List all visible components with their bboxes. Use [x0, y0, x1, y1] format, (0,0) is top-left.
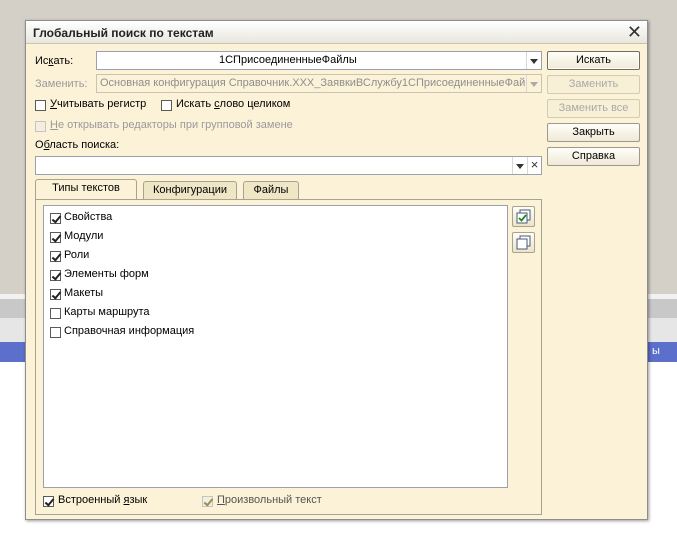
check-all-icon: [516, 209, 531, 224]
search-area-dropdown-icon[interactable]: [512, 157, 527, 174]
search-label: Искать:: [35, 55, 73, 67]
global-search-dialog: Глобальный поиск по текстам ✕ Искать: 1С…: [25, 20, 648, 520]
search-input[interactable]: 1СПрисоединенныеФайлы: [96, 51, 542, 70]
list-item-label: Модули: [64, 230, 104, 242]
builtin-post: зык: [129, 494, 148, 506]
free-text-checkbox[interactable]: [202, 496, 213, 507]
whole-word-post: лово целиком: [219, 98, 291, 110]
list-item-label: Роли: [64, 249, 90, 261]
text-types-panel: Свойства Модули Роли Элементы форм Макеты Кар…: [35, 199, 542, 515]
replace-button[interactable]: Заменить: [547, 75, 640, 94]
match-case-accel: У: [50, 98, 57, 110]
search-area-post: ласть поиска:: [49, 139, 120, 151]
search-input-value: 1СПрисоединенныеФайлы: [219, 54, 357, 66]
tab-files[interactable]: Файлы: [243, 181, 299, 199]
uncheck-all-icon: [516, 235, 531, 250]
text-types-list[interactable]: Свойства Модули Роли Элементы форм Макеты Кар…: [43, 205, 508, 488]
list-item-checkbox[interactable]: [50, 213, 61, 224]
whole-word-pre: Искать: [176, 98, 215, 110]
list-item-checkbox[interactable]: [50, 251, 61, 262]
search-label-pre: Ис: [35, 55, 49, 67]
list-item-checkbox[interactable]: [50, 327, 61, 338]
no-open-editors-accel: Н: [50, 119, 58, 131]
dialog-title: Глобальный поиск по текстам: [33, 26, 214, 40]
list-item-checkbox[interactable]: [50, 308, 61, 319]
help-button[interactable]: Справка: [547, 147, 640, 166]
match-case-label[interactable]: Учитывать регистр: [50, 98, 146, 110]
list-item-label: Элементы форм: [64, 268, 149, 280]
replace-label: Заменить:: [35, 78, 88, 90]
search-label-post: ать:: [53, 55, 74, 67]
background-status-text: ы: [652, 345, 660, 357]
list-item-checkbox[interactable]: [50, 232, 61, 243]
no-open-editors-label[interactable]: Не открывать редакторы при групповой зам…: [50, 119, 293, 131]
uncheck-all-button[interactable]: [512, 232, 535, 253]
builtin-language-checkbox[interactable]: [43, 496, 54, 507]
free-post: роизвольный текст: [224, 494, 322, 506]
tab-text-types[interactable]: Типы текстов: [35, 179, 137, 199]
tab-configurations[interactable]: Конфигурации: [143, 181, 237, 199]
search-area-input[interactable]: ×: [35, 156, 542, 175]
replace-dropdown-icon[interactable]: [526, 75, 541, 92]
list-item-label: Справочная информация: [64, 325, 195, 337]
match-case-checkbox[interactable]: [35, 100, 46, 111]
match-case-text: читывать регистр: [57, 98, 147, 110]
find-button[interactable]: Искать: [547, 51, 640, 70]
list-item-checkbox[interactable]: [50, 289, 61, 300]
whole-word-label[interactable]: Искать слово целиком: [176, 98, 290, 110]
replace-input[interactable]: Основная конфигурация Справочник.ХХХ_Зая…: [96, 74, 542, 93]
replace-input-value: Основная конфигурация Справочник.ХХХ_Зая…: [100, 77, 525, 89]
builtin-language-label[interactable]: Встроенный язык: [58, 494, 147, 506]
dialog-titlebar[interactable]: Глобальный поиск по текстам ✕: [26, 21, 647, 44]
list-item-label: Свойства: [64, 211, 113, 223]
search-area-pre: О: [35, 139, 44, 151]
free-accel: П: [217, 494, 225, 506]
free-text-label[interactable]: Произвольный текст: [217, 494, 322, 506]
no-open-editors-text: е открывать редакторы при групповой заме…: [57, 119, 293, 131]
list-item-label: Карты маршрута: [64, 306, 150, 318]
no-open-editors-checkbox[interactable]: [35, 121, 46, 132]
check-all-button[interactable]: [512, 206, 535, 227]
list-item-checkbox[interactable]: [50, 270, 61, 281]
builtin-pre: Встроенный: [58, 494, 124, 506]
search-dropdown-icon[interactable]: [526, 52, 541, 69]
close-icon[interactable]: ✕: [627, 22, 642, 43]
close-button[interactable]: Закрыть: [547, 123, 640, 142]
clear-icon[interactable]: ×: [527, 157, 541, 174]
list-item-label: Макеты: [64, 287, 104, 299]
whole-word-checkbox[interactable]: [161, 100, 172, 111]
search-area-label: Область поиска:: [35, 139, 119, 151]
replace-all-button[interactable]: Заменить все: [547, 99, 640, 118]
